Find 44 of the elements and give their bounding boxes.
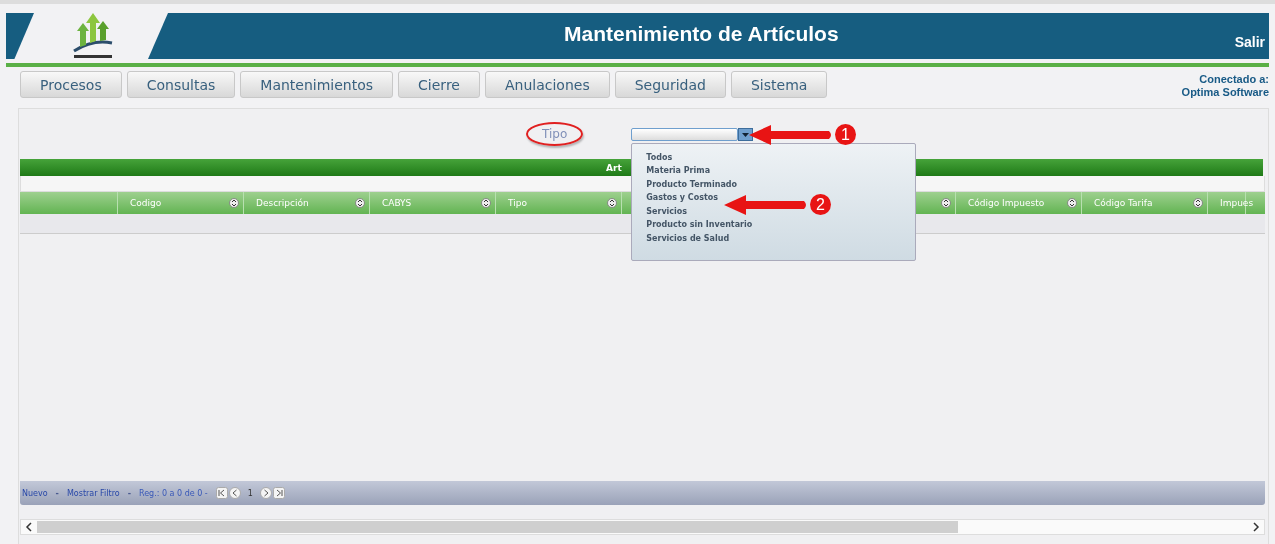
dropdown-option[interactable]: Gastos y Costos [646, 191, 719, 205]
footer-link[interactable]: Mostrar Filtro [66, 488, 120, 498]
filter-label: Tipo [526, 122, 584, 146]
dropdown-option[interactable]: Producto Terminado [646, 177, 737, 192]
dropdown-option[interactable]: Servicios [646, 204, 688, 219]
company-name: Optima Software [1181, 86, 1269, 99]
page-number: 1 [247, 488, 253, 498]
arrow-icon [749, 124, 833, 145]
sort-icon[interactable] [1193, 198, 1203, 208]
sort-icon[interactable] [481, 198, 491, 208]
separator-text: - [55, 488, 59, 498]
last-page-icon[interactable] [272, 487, 285, 499]
record-count: Reg.: 0 a 0 de 0 - [139, 488, 208, 498]
dropdown-option[interactable]: Servicios de Salud [646, 232, 730, 246]
scrollbar-thumb[interactable] [37, 521, 958, 533]
footer-link[interactable]: Nuevo [22, 488, 48, 498]
menu-button[interactable]: Cierre [398, 71, 480, 98]
sort-icon[interactable] [941, 198, 951, 208]
menu-button[interactable]: Seguridad [614, 71, 726, 98]
menu-button[interactable]: Procesos [20, 71, 122, 98]
separator-text: - [127, 488, 131, 498]
scroll-right-icon[interactable] [1252, 521, 1260, 533]
previous-page-icon[interactable] [228, 487, 241, 499]
sort-icon[interactable] [607, 198, 617, 208]
next-page-icon[interactable] [259, 487, 272, 499]
sort-icon[interactable] [1067, 198, 1077, 208]
menu-button[interactable]: Sistema [730, 71, 828, 98]
menu-button[interactable]: Anulaciones [484, 71, 610, 98]
grid-title: Art [606, 162, 622, 173]
arrow-icon [724, 194, 808, 215]
connection-label: Conectado a: [1198, 73, 1269, 86]
dropdown-option[interactable]: Todos [646, 150, 673, 165]
sort-icon[interactable] [355, 198, 365, 208]
logout-link[interactable]: Salir [1234, 34, 1265, 50]
page-title: Mantenimiento de Artículos [563, 22, 840, 46]
step-number-badge: 1 [835, 124, 856, 145]
dropdown-option[interactable]: Producto sin Inventario [646, 218, 753, 233]
menu-button[interactable]: Mantenimientos [240, 71, 394, 98]
scroll-left-icon[interactable] [25, 521, 33, 533]
dropdown-option[interactable]: Materia Prima [646, 164, 711, 178]
menu-button[interactable]: Consultas [126, 71, 236, 98]
sort-icon[interactable] [229, 198, 239, 208]
first-page-icon[interactable] [215, 487, 228, 499]
horizontal-scrollbar[interactable] [20, 519, 1265, 535]
